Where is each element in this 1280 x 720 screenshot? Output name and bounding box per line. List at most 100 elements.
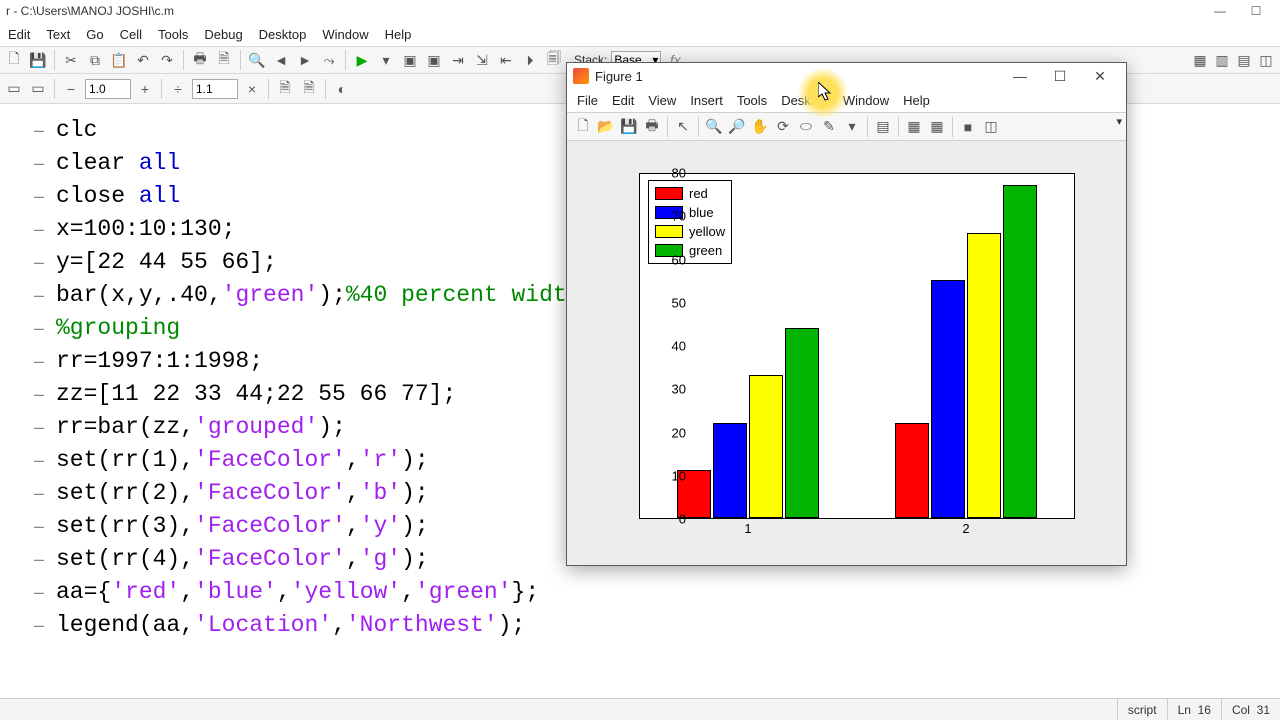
matlab-icon [573,68,589,84]
maximize-button[interactable]: ☐ [1238,2,1274,20]
undo-icon[interactable]: ↶ [133,50,153,70]
legend-item-red[interactable]: red [655,184,725,203]
bar-yellow[interactable] [967,233,1001,518]
legend-icon[interactable]: ▦ [904,117,924,137]
fig-maximize-button[interactable]: ☐ [1040,65,1080,87]
colorbar-icon[interactable]: ▤ [873,117,893,137]
fig-new-icon[interactable]: 🗋 [573,117,593,137]
brush-icon[interactable]: ✎ [819,117,839,137]
zoom-box-1[interactable]: 1.0 [85,79,131,99]
dock-icon[interactable]: ◫ [1256,50,1276,70]
goto-icon[interactable]: ⤳ [319,50,339,70]
bar-green[interactable] [785,328,819,518]
divide-icon[interactable]: ÷ [168,79,188,99]
figmenu-view[interactable]: View [648,93,676,108]
fig-minimize-button[interactable]: — [1000,65,1040,87]
times-icon[interactable]: × [242,79,262,99]
main-menubar: Edit Text Go Cell Tools Debug Desktop Window Hel… [0,22,1280,46]
fig-open-icon[interactable]: 📂 [596,117,616,137]
axes[interactable]: redblueyellowgreen [639,173,1075,519]
menu-text[interactable]: Text [46,27,70,42]
cell-prev-icon[interactable]: ▭ [4,79,24,99]
bar-yellow[interactable] [749,375,783,518]
axes-props-icon[interactable]: ▦ [927,117,947,137]
ytick: 20 [660,425,686,440]
layout-1-icon[interactable]: ▦ [1190,50,1210,70]
legend-label: green [689,243,722,258]
menu-cell[interactable]: Cell [120,27,142,42]
nav-back-icon[interactable]: ◄ [271,50,291,70]
fig-print-icon[interactable]: 🖶 [642,117,662,137]
fig-close-button[interactable]: ✕ [1080,65,1120,87]
minus-icon[interactable]: − [61,79,81,99]
layout-3-icon[interactable]: ▤ [1234,50,1254,70]
editor-gutter: –––––––––––––––– [0,104,54,698]
stack-icon[interactable]: 🗐 [544,50,564,70]
data-cursor-icon[interactable]: ⬭ [796,117,816,137]
run-section-icon[interactable]: ▣ [400,50,420,70]
ytick: 30 [660,382,686,397]
figure-toolbar: 🗋 📂 💾 🖶 ↖ 🔍 🔎 ✋ ⟳ ⬭ ✎ ▾ ▤ ▦ ▦ ■ ◫ [567,113,1126,141]
menu-help[interactable]: Help [385,27,412,42]
step-icon[interactable]: ⇲ [472,50,492,70]
cell-next-icon[interactable]: ▭ [28,79,48,99]
continue-icon[interactable]: ⏵ [520,50,540,70]
menu-go[interactable]: Go [86,27,103,42]
print-preview-icon[interactable]: 🗎 [214,50,234,70]
menu-debug[interactable]: Debug [204,27,242,42]
layout-2-icon[interactable]: ▥ [1212,50,1232,70]
status-line: Ln 16 [1167,699,1221,720]
show-tools-icon[interactable]: ◫ [981,117,1001,137]
bar-blue[interactable] [713,423,747,518]
figmenu-file[interactable]: File [577,93,598,108]
figmenu-window[interactable]: Window [843,93,889,108]
publish-icon[interactable]: 🗎 [275,79,295,99]
fig-save-icon[interactable]: 💾 [619,117,639,137]
link-icon[interactable]: ▾ [842,117,862,137]
figure-window[interactable]: Figure 1 — ☐ ✕ File Edit View Insert Tools De… [566,62,1127,566]
figmenu-tools[interactable]: Tools [737,93,767,108]
menu-desktop[interactable]: Desktop [259,27,307,42]
menu-edit[interactable]: Edit [8,27,30,42]
figmenu-desktop[interactable]: Desktop [781,93,829,108]
nav-fwd-icon[interactable]: ► [295,50,315,70]
zoom-box-2[interactable]: 1.1 [192,79,238,99]
menu-window[interactable]: Window [322,27,368,42]
hide-tools-icon[interactable]: ■ [958,117,978,137]
profiler-icon[interactable]: ◐ [332,79,352,99]
cut-icon[interactable]: ✂ [61,50,81,70]
fig-chevron-icon[interactable]: ▾ [1116,115,1122,128]
legend-label: red [689,186,708,201]
ytick: 80 [660,166,686,181]
bar-red[interactable] [895,423,929,518]
pointer-icon[interactable]: ↖ [673,117,693,137]
step-in-icon[interactable]: ⇥ [448,50,468,70]
figmenu-help[interactable]: Help [903,93,930,108]
rotate-icon[interactable]: ⟳ [773,117,793,137]
plus-icon[interactable]: + [135,79,155,99]
publish-settings-icon[interactable]: 🗎 [299,79,319,99]
legend-swatch [655,225,683,238]
pan-icon[interactable]: ✋ [750,117,770,137]
step-out-icon[interactable]: ⇤ [496,50,516,70]
print-icon[interactable]: 🖶 [190,50,210,70]
new-icon[interactable]: 🗋 [4,50,24,70]
figure-titlebar[interactable]: Figure 1 — ☐ ✕ [567,63,1126,89]
find-icon[interactable]: 🔍 [247,50,267,70]
figmenu-edit[interactable]: Edit [612,93,634,108]
breakpoint-clear-icon[interactable]: ▣ [424,50,444,70]
figmenu-insert[interactable]: Insert [690,93,723,108]
dropdown-icon[interactable]: ▾ [376,50,396,70]
save-icon[interactable]: 💾 [28,50,48,70]
run-icon[interactable]: ▶ [352,50,372,70]
menu-tools[interactable]: Tools [158,27,188,42]
copy-icon[interactable]: ⧉ [85,50,105,70]
legend-item-yellow[interactable]: yellow [655,222,725,241]
bar-blue[interactable] [931,280,965,518]
zoom-in-icon[interactable]: 🔍 [704,117,724,137]
paste-icon[interactable]: 📋 [109,50,129,70]
redo-icon[interactable]: ↷ [157,50,177,70]
zoom-out-icon[interactable]: 🔎 [727,117,747,137]
bar-green[interactable] [1003,185,1037,518]
minimize-button[interactable]: — [1202,2,1238,20]
